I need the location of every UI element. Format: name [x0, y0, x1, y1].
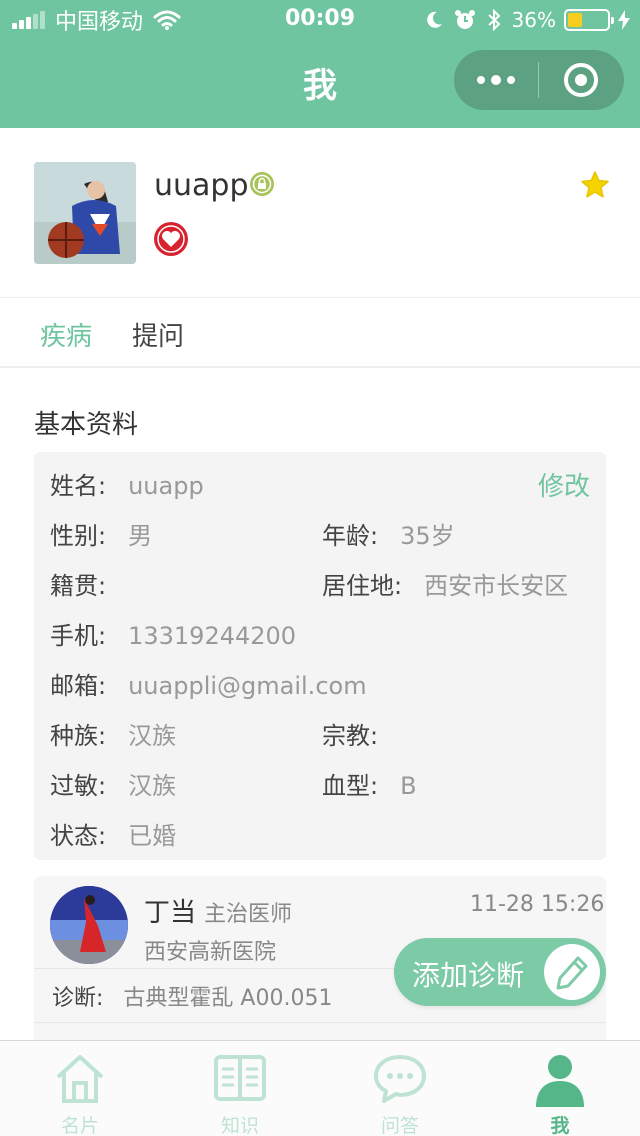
tab-qa[interactable]: 问答 — [320, 1041, 480, 1136]
add-diagnosis-label: 添加诊断 — [412, 959, 525, 992]
mini-program-capsule — [454, 50, 624, 110]
residence-label: 居住地: — [322, 572, 403, 600]
allergy-label: 过敏: — [50, 772, 107, 800]
signal-icon — [12, 11, 47, 29]
tab-card-label: 名片 — [60, 1115, 99, 1136]
chat-bubble-icon — [374, 1055, 426, 1103]
pencil-icon — [544, 944, 600, 1000]
blood-value: B — [400, 772, 417, 800]
battery-icon — [564, 9, 614, 31]
email-label: 邮箱: — [50, 672, 107, 700]
doctor-name: 丁当 — [144, 898, 197, 928]
book-icon — [214, 1055, 266, 1101]
email-value: uuappli@gmail.com — [128, 672, 367, 700]
religion-label: 宗教: — [322, 722, 379, 750]
avatar-image — [34, 162, 136, 264]
person-icon — [536, 1055, 584, 1107]
heart-icon[interactable] — [154, 222, 188, 256]
tab-disease[interactable]: 疾病 — [40, 316, 92, 353]
divider — [34, 1022, 606, 1023]
tab-bar-top: 疾病 提问 — [0, 298, 640, 368]
target-icon — [564, 63, 598, 97]
lock-icon — [250, 172, 274, 196]
phone-row: 手机: 13319244200 — [50, 616, 296, 651]
age-row: 年龄: 35岁 — [322, 516, 455, 551]
residence-value: 西安市长安区 — [424, 572, 569, 600]
allergy-row: 过敏: 汉族 — [50, 766, 176, 801]
native-label: 籍贯: — [50, 572, 107, 600]
tab-card[interactable]: 名片 — [0, 1041, 160, 1136]
name-value: uuapp — [128, 472, 204, 500]
close-button[interactable] — [539, 50, 623, 110]
tab-knowledge-label: 知识 — [220, 1115, 259, 1136]
tab-me-label: 我 — [550, 1115, 570, 1136]
marital-label: 状态: — [50, 822, 107, 850]
age-label: 年龄: — [322, 522, 379, 550]
add-diagnosis-button[interactable]: 添加诊断 — [394, 938, 606, 1006]
wifi-icon — [153, 10, 181, 30]
gender-label: 性别: — [50, 522, 107, 550]
email-row: 邮箱: uuappli@gmail.com — [50, 666, 367, 701]
hospital-name: 西安高新医院 — [144, 940, 277, 965]
phone-value: 13319244200 — [128, 622, 297, 650]
ethnicity-value: 汉族 — [128, 722, 177, 750]
header: 中国移动 00:09 36% 我 — [0, 0, 640, 128]
status-bar: 中国移动 00:09 36% — [0, 0, 640, 40]
native-row: 籍贯: — [50, 566, 128, 601]
marital-row: 状态: 已婚 — [50, 816, 176, 851]
moon-icon — [426, 11, 442, 28]
diagnosis-time: 11-28 15:26 — [470, 892, 605, 917]
basic-info-card: 姓名: uuapp 修改 性别: 男 年龄: 35岁 籍贯: 居住地: 西安市长安区 手… — [34, 452, 606, 860]
allergy-value: 汉族 — [128, 772, 177, 800]
avatar[interactable] — [34, 162, 136, 264]
doctor-title: 主治医师 — [204, 902, 293, 927]
age-value: 35岁 — [400, 522, 455, 550]
battery-percent: 36% — [511, 8, 556, 32]
profile-card: uuapp — [0, 128, 640, 298]
name-label: 姓名: — [50, 472, 107, 500]
ethnicity-row: 种族: 汉族 — [50, 716, 176, 751]
username: uuapp — [154, 168, 249, 203]
tab-me[interactable]: 我 — [480, 1041, 640, 1136]
tab-qa-label: 问答 — [380, 1115, 419, 1136]
diagnosis-value: 古典型霍乱 A00.051 — [123, 986, 333, 1011]
blood-label: 血型: — [322, 772, 379, 800]
carrier-name: 中国移动 — [55, 10, 144, 35]
gender-row: 性别: 男 — [50, 516, 152, 551]
status-left: 中国移动 — [12, 6, 181, 35]
charging-icon — [618, 10, 630, 30]
gender-value: 男 — [128, 522, 153, 550]
name-row: 姓名: uuapp — [50, 466, 204, 501]
doctor-avatar — [50, 886, 128, 964]
star-icon[interactable] — [580, 170, 610, 200]
diagnosis-row: 诊断: 古典型霍乱 A00.051 — [52, 980, 332, 1012]
phone-label: 手机: — [50, 622, 107, 650]
blood-row: 血型: B — [322, 766, 417, 801]
marital-value: 已婚 — [128, 822, 177, 850]
status-right: 36% — [424, 6, 630, 34]
bluetooth-icon — [487, 9, 500, 31]
diagnosis-label: 诊断: — [52, 986, 104, 1011]
house-icon — [56, 1055, 104, 1103]
residence-row: 居住地: 西安市长安区 — [322, 566, 568, 601]
tab-knowledge[interactable]: 知识 — [160, 1041, 320, 1136]
alarm-icon — [454, 10, 475, 29]
tab-questions[interactable]: 提问 — [132, 316, 184, 353]
edit-button[interactable]: 修改 — [538, 466, 590, 503]
religion-row: 宗教: — [322, 716, 400, 751]
ethnicity-label: 种族: — [50, 722, 107, 750]
more-button[interactable] — [454, 50, 538, 110]
section-title: 基本资料 — [34, 410, 139, 440]
bottom-tab-bar: 名片 知识 问答 我 — [0, 1040, 640, 1136]
